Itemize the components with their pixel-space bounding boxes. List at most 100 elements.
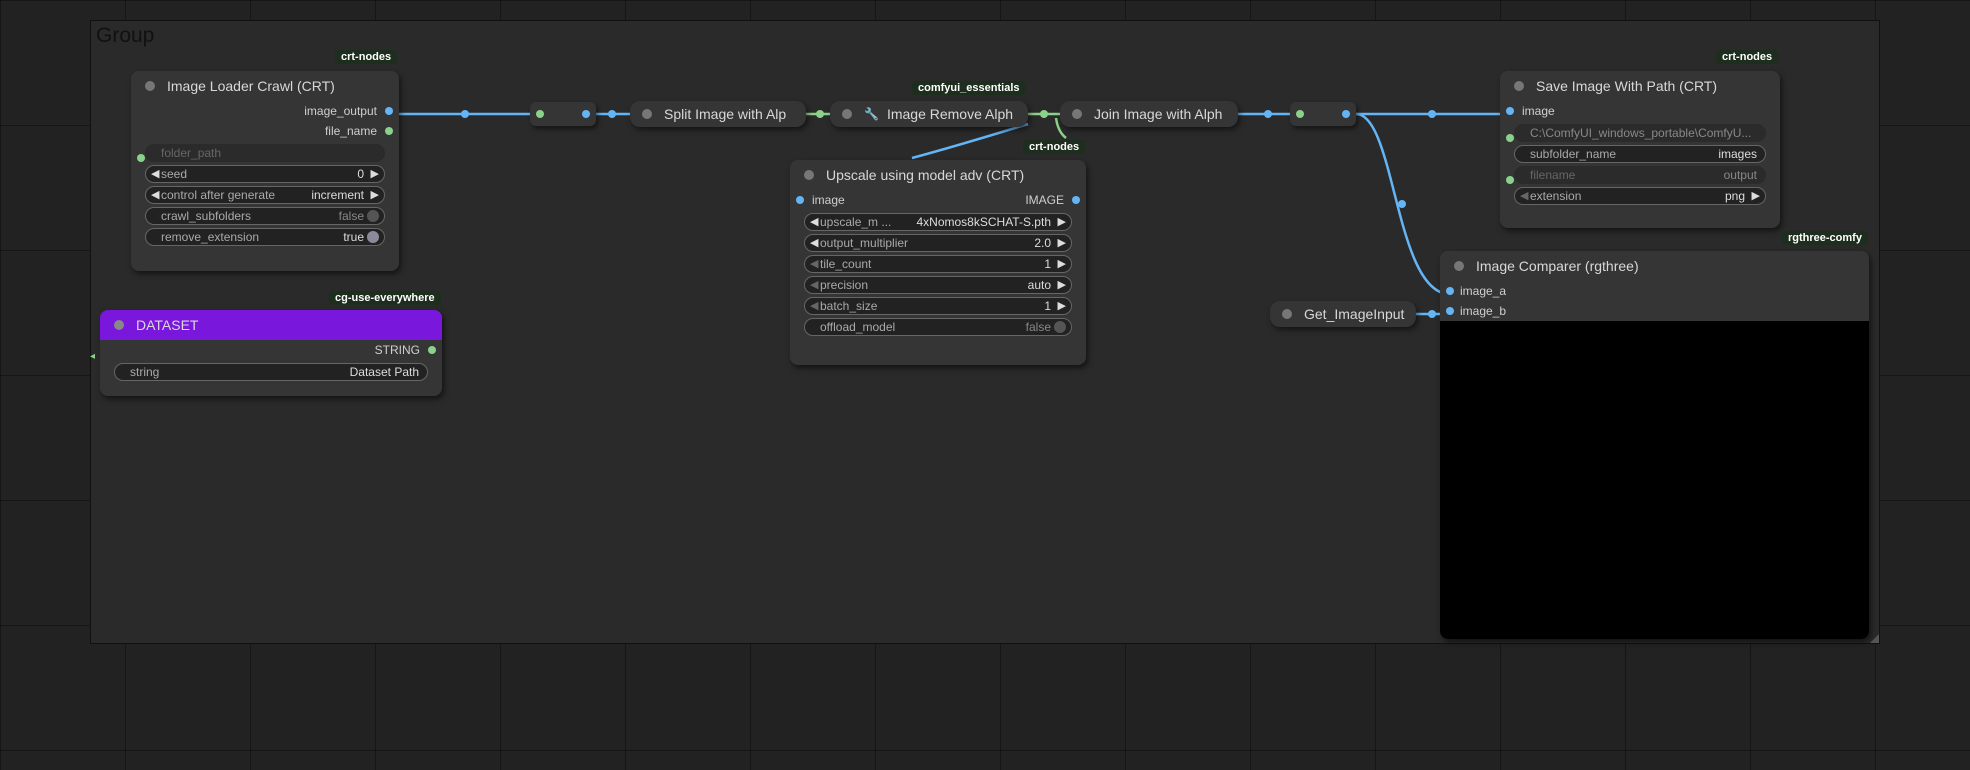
increment-arrow-icon[interactable]: ▶ [1058,257,1066,270]
widget-value: output [1723,168,1757,182]
input-slot-image-a[interactable]: image_a [1440,281,1869,301]
image-compare-preview[interactable] [1440,321,1869,639]
collapse-dot-icon[interactable] [114,320,124,330]
decrement-arrow-icon[interactable]: ◀ [151,167,159,180]
output-slot-image-output[interactable]: image_output [131,101,399,121]
node-header[interactable]: DATASET [100,310,442,340]
decrement-arrow-icon[interactable]: ◀ [810,236,818,249]
widget-label: batch_size [820,299,878,313]
collapse-dot-icon[interactable] [1514,81,1524,91]
folder-path-widget[interactable]: folder_path [145,144,385,162]
prev-arrow-icon[interactable]: ◀ [1520,189,1528,202]
remove-extension-toggle[interactable]: remove_extension true [145,228,385,246]
wrench-icon: 🔧 [864,107,879,121]
collapse-dot-icon[interactable] [642,109,652,119]
tile-count-widget[interactable]: ◀ tile_count 1 ▶ [804,255,1072,273]
input-dot-icon[interactable] [1506,107,1514,115]
reroute-node[interactable] [1290,102,1356,126]
node-title: Image Comparer (rgthree) [1476,258,1639,274]
output-slot-file-name[interactable]: file_name [131,121,399,141]
seed-widget[interactable]: ◀ seed 0 ▶ [145,165,385,183]
extension-widget[interactable]: ◀ extension png ▶ [1514,187,1766,205]
output-dot-icon[interactable] [385,107,393,115]
widget-value: images [1718,147,1757,161]
next-arrow-icon[interactable]: ▶ [1058,215,1066,228]
widget-value: true [343,230,364,244]
batch-size-widget[interactable]: ◀ batch_size 1 ▶ [804,297,1072,315]
input-dot-icon[interactable] [1506,176,1514,184]
string-widget[interactable]: string Dataset Path [114,363,428,381]
output-multiplier-widget[interactable]: ◀ output_multiplier 2.0 ▶ [804,234,1072,252]
toggle-knob-icon[interactable] [367,231,379,243]
next-arrow-icon[interactable]: ▶ [1752,189,1760,202]
output-slot-image[interactable]: IMAGE [1025,193,1064,207]
output-dot-icon[interactable] [1072,196,1080,204]
input-dot-icon[interactable] [1446,287,1454,295]
input-dot-icon[interactable] [1296,110,1304,118]
node-join-image-alpha[interactable]: Join Image with Alph [1060,101,1238,127]
node-title: Get_ImageInput [1304,306,1405,322]
node-image-remove-alpha[interactable]: 🔧 Image Remove Alph [830,101,1028,127]
output-dot-icon[interactable] [582,110,590,118]
precision-widget[interactable]: ◀ precision auto ▶ [804,276,1072,294]
collapse-dot-icon[interactable] [842,109,852,119]
widget-value: increment [311,188,364,202]
widget-label: seed [161,167,188,181]
widget-value: 0 [357,167,364,181]
node-header[interactable]: Image Loader Crawl (CRT) [131,71,399,101]
offload-model-toggle[interactable]: offload_model false [804,318,1072,336]
input-dot-icon[interactable] [796,196,804,204]
comparer-badge: rgthree-comfy [1782,231,1868,245]
collapse-dot-icon[interactable] [1454,261,1464,271]
filename-widget[interactable]: filename output [1514,166,1766,184]
next-arrow-icon[interactable]: ▶ [371,188,379,201]
node-header[interactable]: Image Comparer (rgthree) [1440,251,1869,281]
node-image-comparer[interactable]: Image Comparer (rgthree) image_a image_b [1440,251,1869,639]
subfolder-name-widget[interactable]: subfolder_name images [1514,145,1766,163]
input-dot-icon[interactable] [1506,134,1514,142]
toggle-knob-icon[interactable] [367,210,379,222]
node-header[interactable]: Save Image With Path (CRT) [1500,71,1780,101]
node-dataset[interactable]: DATASET STRING string Dataset Path ◂ [90,310,442,396]
group-title[interactable]: Group [96,24,154,48]
node-get-image-input[interactable]: Get_ImageInput [1270,301,1416,327]
prev-arrow-icon[interactable]: ◀ [151,188,159,201]
decrement-arrow-icon[interactable]: ◀ [810,299,818,312]
node-upscale-model-adv[interactable]: Upscale using model adv (CRT) image IMAG… [790,160,1086,365]
increment-arrow-icon[interactable]: ▶ [1058,236,1066,249]
node-split-image-alpha[interactable]: Split Image with Alp [630,101,806,127]
collapse-dot-icon[interactable] [1072,109,1082,119]
prev-arrow-icon[interactable]: ◀ [810,215,818,228]
upscale-model-widget[interactable]: ◀ upscale_m ... 4xNomos8kSCHAT-S.pth ▶ [804,213,1072,231]
widget-label: filename [1530,168,1576,182]
reroute-node[interactable] [530,102,596,126]
widget-label: extension [1530,189,1582,203]
node-save-image-with-path[interactable]: Save Image With Path (CRT) image C:\Comf… [1500,71,1780,228]
collapse-dot-icon[interactable] [145,81,155,91]
output-dot-icon[interactable] [428,346,436,354]
input-dot-icon[interactable] [137,154,145,162]
decrement-arrow-icon[interactable]: ◀ [810,257,818,270]
control-after-generate-widget[interactable]: ◀ control after generate increment ▶ [145,186,385,204]
input-dot-icon[interactable] [536,110,544,118]
crawl-subfolders-toggle[interactable]: crawl_subfolders false [145,207,385,225]
output-dot-icon[interactable] [385,127,393,135]
path-widget[interactable]: C:\ComfyUI_windows_portable\ComfyU... [1514,124,1766,142]
node-header[interactable]: Upscale using model adv (CRT) [790,160,1086,190]
prev-arrow-icon[interactable]: ◀ [810,278,818,291]
output-dot-icon[interactable] [1342,110,1350,118]
increment-arrow-icon[interactable]: ▶ [1058,299,1066,312]
node-image-loader-crawl[interactable]: Image Loader Crawl (CRT) image_output fi… [131,71,399,271]
increment-arrow-icon[interactable]: ▶ [371,167,379,180]
collapse-dot-icon[interactable] [804,170,814,180]
input-slot-image[interactable]: image [812,193,845,207]
next-arrow-icon[interactable]: ▶ [1058,278,1066,291]
output-slot-string[interactable]: STRING [100,340,442,360]
input-slot-image-b[interactable]: image_b [1440,301,1869,321]
input-dot-icon[interactable] [1446,307,1454,315]
group-resize-handle[interactable] [1870,634,1879,643]
toggle-knob-icon[interactable] [1054,321,1066,333]
input-slot-image[interactable]: image [1500,101,1780,121]
collapse-dot-icon[interactable] [1282,309,1292,319]
widget-value: png [1724,189,1745,203]
